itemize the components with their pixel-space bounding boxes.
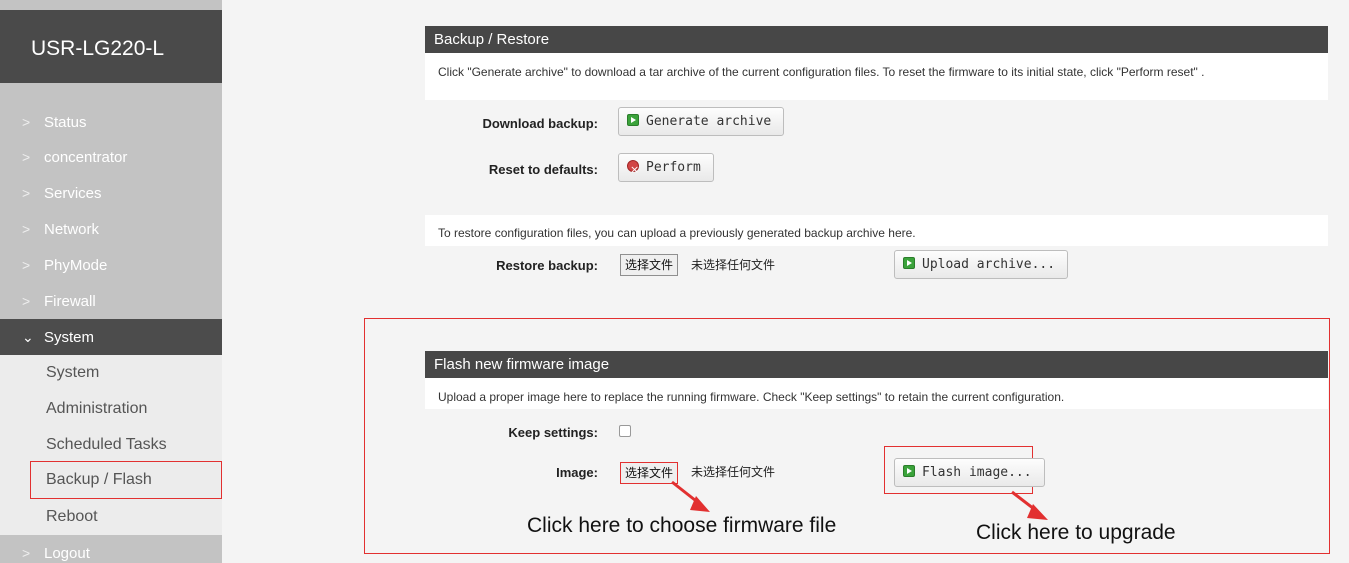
flash-image-button[interactable]: Flash image... (894, 458, 1045, 487)
upload-archive-button[interactable]: Upload archive... (894, 250, 1069, 279)
reset-defaults-label: Reset to defaults: (488, 162, 598, 177)
generate-archive-label: Generate archive (646, 114, 772, 129)
nav-label: PhyMode (44, 257, 108, 274)
nav-label: Network (44, 221, 100, 238)
chevron-right-icon: > (22, 221, 31, 237)
chevron-right-icon: > (22, 185, 31, 201)
keep-settings-label: Keep settings: (508, 425, 598, 440)
chevron-right-icon: > (22, 114, 31, 130)
subnav-item-scheduled-tasks[interactable]: Scheduled Tasks (0, 427, 222, 463)
nav-item-logout[interactable]: > Logout (0, 535, 222, 563)
subnav-item-administration[interactable]: Administration (0, 391, 222, 427)
flash-image-label: Flash image... (922, 465, 1032, 480)
flash-section-title: Flash new firmware image (425, 351, 1328, 378)
subnav-item-backup-flash[interactable]: Backup / Flash Firmware (30, 461, 222, 524)
nav-item-system[interactable]: ⌄ System (0, 319, 222, 355)
subnav-item-system[interactable]: System (0, 355, 222, 391)
restore-choose-file-button[interactable]: 选择文件 (620, 254, 679, 276)
play-icon (903, 257, 915, 269)
image-label: Image: (556, 465, 598, 480)
nav-label: Logout (44, 545, 90, 562)
backup-section-title: Backup / Restore (425, 26, 1328, 53)
keep-settings-checkbox[interactable] (619, 425, 631, 437)
chevron-right-icon: > (22, 257, 31, 273)
brand-title: USR-LG220-L (0, 10, 222, 83)
flash-description: Upload a proper image here to replace th… (438, 390, 1065, 404)
nav-label: Services (44, 185, 102, 202)
nav-item-services[interactable]: > Services (0, 175, 222, 211)
chevron-down-icon: ⌄ (22, 329, 34, 345)
subnav-item-reboot[interactable]: Reboot (0, 499, 222, 535)
nav-label: Firewall (44, 293, 96, 310)
backup-description: Click "Generate archive" to download a t… (438, 65, 1205, 79)
restore-description: To restore configuration files, you can … (438, 226, 916, 240)
perform-label: Perform (646, 160, 701, 175)
play-icon (903, 465, 915, 477)
upload-archive-label: Upload archive... (922, 257, 1056, 272)
nav-label: concentrator (44, 149, 128, 166)
restore-backup-label: Restore backup: (496, 258, 598, 273)
sidebar: USR-LG220-L > Status > concentrator > Servi… (0, 0, 222, 563)
arrow-choose-icon (671, 480, 710, 512)
download-backup-label: Download backup: (482, 116, 598, 131)
nav-item-phymode[interactable]: > PhyMode (0, 247, 222, 283)
nav-item-firewall[interactable]: > Firewall (0, 283, 222, 319)
upgrade-hint: Click here to upgrade (976, 521, 1176, 544)
page: USR-LG220-L > Status > concentrator > Servi… (0, 0, 1349, 563)
choose-firmware-hint: Click here to choose firmware file (527, 514, 837, 537)
chevron-right-icon: > (22, 545, 31, 561)
restore-no-file-text: 未选择任何文件 (691, 258, 776, 272)
generate-archive-button[interactable]: Generate archive (618, 107, 785, 136)
nav-label: System (44, 329, 95, 346)
stop-icon (627, 156, 639, 183)
nav-item-network[interactable]: > Network (0, 211, 222, 247)
chevron-right-icon: > (22, 149, 31, 165)
perform-reset-button[interactable]: Perform (618, 153, 714, 183)
play-icon (627, 114, 639, 126)
nav-item-concentrator[interactable]: > concentrator (0, 139, 222, 175)
chevron-right-icon: > (22, 293, 31, 309)
nav-label: Status (44, 114, 87, 131)
nav-item-status[interactable]: > Status (0, 104, 222, 140)
